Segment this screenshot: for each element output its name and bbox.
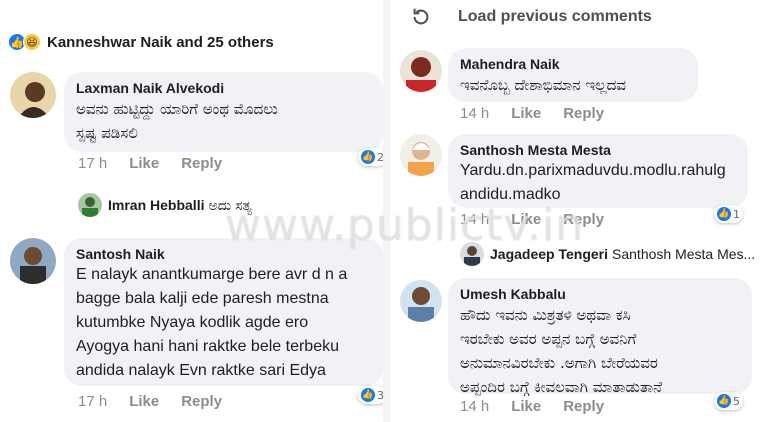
avatar <box>78 193 102 217</box>
reply-author: Jagadeep Tengeri <box>490 246 609 262</box>
reactions-label: Kanneshwar Naik and 25 others <box>47 33 274 51</box>
reply-button[interactable]: Reply <box>563 105 604 122</box>
comment-author[interactable]: Mahendra Naik <box>460 55 686 73</box>
comment-text: ಸ್ಪಷ್ಟ ಪಡಿಸಲಿ <box>76 124 138 142</box>
comment-text: ಇವನೊಬ್ಬ ದೇಶಾಭಿಮಾನ ಇಲ್ಲದವ <box>460 76 626 94</box>
comment-actions: 17 h Like Reply <box>78 393 244 410</box>
comment-actions: 17 h Like Reply <box>78 155 244 172</box>
right-comments-panel: Load previous comments Mahendra Naik ಇವನ… <box>390 0 768 422</box>
avatar[interactable] <box>400 280 442 322</box>
comment-text: kutumbke Nyaya kodlik agde ero <box>76 314 309 331</box>
reply-preview[interactable]: Imran Hebballi ಅದು ಸತ್ಯ <box>78 193 252 217</box>
load-previous-comments[interactable]: Load previous comments <box>410 6 652 28</box>
like-button[interactable]: Like <box>511 398 541 415</box>
reply-text: ಅದು ಸತ್ಯ <box>208 196 252 213</box>
comment-time[interactable]: 14 h <box>460 398 489 415</box>
like-count-badge[interactable]: 👍 2 <box>358 148 383 166</box>
reply-button[interactable]: Reply <box>563 211 604 228</box>
avatar <box>460 242 484 266</box>
like-button[interactable]: Like <box>129 393 159 410</box>
comment-text: ಅವನು ಹುಟ್ಟಿದ್ದು ಯಾರಿಗೆ ಅಂಥ ಮೊದಲು <box>76 100 278 118</box>
comment-actions: 14 h Like Reply <box>460 105 626 122</box>
left-comments-panel: 👍 😆 Kanneshwar Naik and 25 others Laxman… <box>0 0 383 422</box>
reply-button[interactable]: Reply <box>181 393 222 410</box>
panel-divider <box>383 0 390 422</box>
like-icon: 👍 <box>361 150 375 164</box>
comment-text: E nalayk anantkumarge bere avr d n a <box>76 266 348 283</box>
comment-text: ಅನುಮಾನವಿರಬೇಕು .ಅಗಾಗಿ ಬೇರೆಯವರ <box>460 354 658 372</box>
comment-text: ಅಪ್ಪಂದಿರ ಬಗ್ಗೆ ಕೀವಲವಾಗಿ ಮಾತಾಡುತಾನೆ <box>460 378 663 396</box>
like-icon: 👍 <box>717 394 731 408</box>
comment-text: ಹೌದು ಇವನು ಮಿಶ್ರತಳಿ ಅಥವಾ ಕಸಿ <box>460 306 631 324</box>
avatar[interactable] <box>400 50 442 92</box>
comment-text: bagge bala kalji ede paresh mestna <box>76 290 329 307</box>
reactions-summary[interactable]: 👍 😆 Kanneshwar Naik and 25 others <box>8 30 274 54</box>
avatar[interactable] <box>400 134 442 176</box>
load-previous-label: Load previous comments <box>458 8 652 25</box>
avatar[interactable] <box>10 72 56 118</box>
like-icon: 👍 <box>361 388 375 402</box>
comment-author[interactable]: Umesh Kabbalu <box>460 285 740 303</box>
avatar[interactable] <box>10 238 56 284</box>
comment-bubble: Santosh Naik E nalayk anantkumarge bere … <box>64 238 383 386</box>
like-count-badge[interactable]: 👍 3 <box>358 386 383 404</box>
reply-button[interactable]: Reply <box>563 398 604 415</box>
comment-bubble: Mahendra Naik ಇವನೊಬ್ಬ ದೇಶಾಭಿಮಾನ ಇಲ್ಲದವ <box>448 48 698 102</box>
comment-author[interactable]: Santosh Naik <box>76 245 371 263</box>
like-count-badge[interactable]: 👍 1 <box>714 205 743 223</box>
comment-actions: 14 h Like Reply <box>460 211 626 228</box>
comment-time[interactable]: 17 h <box>78 155 107 172</box>
comment-text: Yardu.dn.parixmaduvdu.modlu.rahulg <box>460 162 726 179</box>
comment-bubble: Umesh Kabbalu ಹೌದು ಇವನು ಮಿಶ್ರತಳಿ ಅಥವಾ ಕಸ… <box>448 278 752 396</box>
comment-bubble: Laxman Naik Alvekodi ಅವನು ಹುಟ್ಟಿದ್ದು ಯಾರ… <box>64 72 383 152</box>
haha-icon: 😆 <box>23 33 41 51</box>
comment-time[interactable]: 14 h <box>460 211 489 228</box>
comment-author[interactable]: Laxman Naik Alvekodi <box>76 79 371 97</box>
like-button[interactable]: Like <box>511 105 541 122</box>
comment-text: Ayogya hani hani raktke bele terbeku <box>76 338 339 355</box>
reply-text: Santhosh Mesta Mes... <box>612 246 756 262</box>
reply-author: Imran Hebballi <box>108 197 205 213</box>
comment-text: andida nalayk Evn raktke sari Edya <box>76 362 326 379</box>
comment-bubble: Santhosh Mesta Mesta Yardu.dn.parixmaduv… <box>448 134 748 208</box>
comment-time[interactable]: 14 h <box>460 105 489 122</box>
comment-time[interactable]: 17 h <box>78 393 107 410</box>
comment-text: andidu.madko <box>460 186 561 203</box>
like-button[interactable]: Like <box>511 211 541 228</box>
comment-author[interactable]: Santhosh Mesta Mesta <box>460 141 736 159</box>
like-count-badge[interactable]: 👍 5 <box>714 392 743 410</box>
comment-actions: 14 h Like Reply <box>460 398 626 415</box>
refresh-icon <box>413 8 429 25</box>
reply-button[interactable]: Reply <box>181 155 222 172</box>
reply-preview[interactable]: Jagadeep Tengeri Santhosh Mesta Mes... <box>460 242 755 266</box>
like-icon: 👍 <box>717 207 731 221</box>
like-button[interactable]: Like <box>129 155 159 172</box>
comment-text: ಇರಬೇಕು ಅವರ ಅಪ್ಪನ ಬಗ್ಗೆ ಅವನಿಗೆ <box>460 330 637 348</box>
